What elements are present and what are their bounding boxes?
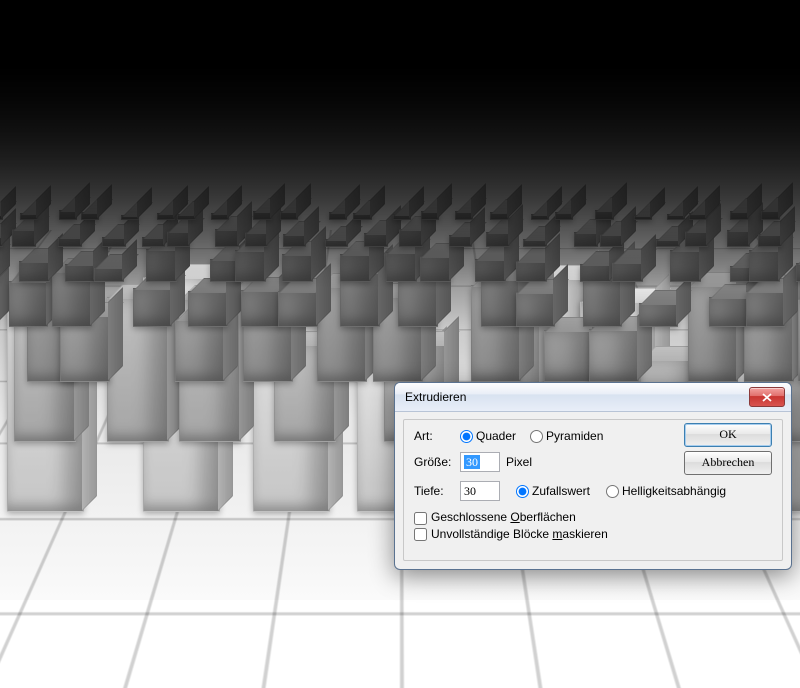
close-button[interactable] [749, 387, 785, 407]
dialog-panel: OK Abbrechen Art: Quader Pyramiden Größe… [403, 419, 783, 561]
extrude-dialog: Extrudieren OK Abbrechen Art: Quader Pyr… [394, 382, 792, 570]
dialog-title: Extrudieren [405, 390, 466, 404]
checkbox-closed-surfaces[interactable]: Geschlossene Oberflächen [414, 510, 576, 524]
size-unit: Pixel [506, 455, 532, 469]
close-icon [762, 393, 772, 402]
type-label: Art: [414, 429, 454, 443]
cancel-button[interactable]: Abbrechen [684, 451, 772, 475]
titlebar[interactable]: Extrudieren [395, 383, 791, 412]
radio-random[interactable]: Zufallswert [516, 484, 590, 498]
checkbox-mask-incomplete[interactable]: Unvollständige Blöcke maskieren [414, 527, 608, 541]
depth-input[interactable]: 30 [460, 481, 500, 501]
ok-button[interactable]: OK [684, 423, 772, 447]
size-input[interactable]: 30 [460, 452, 500, 472]
radio-quader[interactable]: Quader [460, 429, 516, 443]
radio-pyramiden[interactable]: Pyramiden [530, 429, 603, 443]
size-label: Größe: [414, 455, 454, 469]
radio-brightness[interactable]: Helligkeitsabhängig [606, 484, 726, 498]
depth-label: Tiefe: [414, 484, 454, 498]
